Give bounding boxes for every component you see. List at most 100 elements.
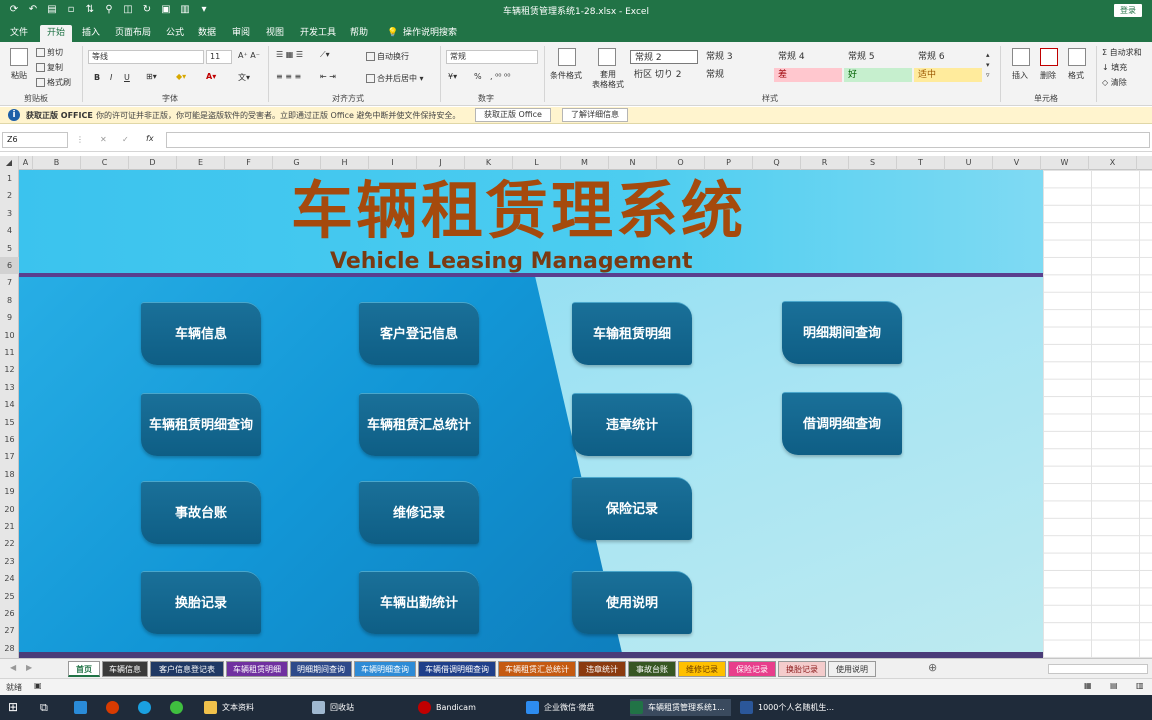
row-19[interactable]: 19: [0, 483, 19, 500]
vehicle-attendance-button[interactable]: 车辆出勤统计: [359, 571, 479, 634]
column-x[interactable]: X: [1089, 156, 1137, 170]
column-p[interactable]: P: [705, 156, 753, 170]
column-s[interactable]: S: [849, 156, 897, 170]
format-cells-icon[interactable]: [1068, 48, 1086, 66]
column-q[interactable]: Q: [753, 156, 801, 170]
row-21[interactable]: 21: [0, 518, 19, 535]
scroll-tabs-left-icon[interactable]: ◀: [10, 663, 16, 672]
bold-button[interactable]: B: [94, 73, 100, 82]
taskbar-app-3[interactable]: [138, 699, 156, 716]
sheet-tab[interactable]: 明细期间查询: [290, 661, 352, 677]
cell-style-jp-2[interactable]: 桁区 切り 2: [630, 68, 698, 82]
row-12[interactable]: 12: [0, 361, 19, 378]
cell-style-normal-2[interactable]: 常规 2: [630, 50, 698, 64]
row-20[interactable]: 20: [0, 501, 19, 518]
taskbar-recycle[interactable]: 回收站: [312, 699, 354, 716]
normal-view-icon[interactable]: ▦: [1084, 681, 1092, 690]
clear-button[interactable]: ◇ 清除: [1102, 77, 1127, 88]
row-4[interactable]: 4: [0, 222, 19, 239]
format-painter-button[interactable]: 格式刷: [36, 77, 71, 88]
row-10[interactable]: 10: [0, 327, 19, 344]
currency-icon[interactable]: ¥▾: [448, 72, 457, 81]
page-break-view-icon[interactable]: ▥: [1136, 681, 1144, 690]
delete-cells-icon[interactable]: [1040, 48, 1058, 66]
phonetic-icon[interactable]: 文▾: [238, 72, 250, 83]
task-view-icon[interactable]: ⧉: [40, 699, 48, 716]
percent-button[interactable]: %: [474, 72, 482, 81]
formula-menu-icon[interactable]: ⋮: [76, 135, 84, 144]
copy-button[interactable]: 复制: [36, 62, 63, 73]
column-b[interactable]: B: [33, 156, 81, 170]
login-button[interactable]: 登录: [1114, 4, 1142, 17]
row-2[interactable]: 2: [0, 187, 19, 204]
add-sheet-icon[interactable]: ⊕: [928, 661, 937, 674]
cancel-icon[interactable]: ✕: [100, 135, 107, 144]
macro-record-icon[interactable]: ▣: [34, 681, 42, 690]
enter-icon[interactable]: ✓: [122, 135, 129, 144]
sheet-tab[interactable]: 客户信息登记表: [150, 661, 224, 677]
column-c[interactable]: C: [81, 156, 129, 170]
fill-button[interactable]: ↓ 填充: [1102, 62, 1127, 73]
taskbar-app-4[interactable]: [170, 699, 188, 716]
tab-developer[interactable]: 开发工具: [296, 25, 340, 42]
sheet-tab[interactable]: 车辆租赁明细: [226, 661, 288, 677]
windows-start-icon[interactable]: ⊞: [8, 699, 18, 716]
row-13[interactable]: 13: [0, 379, 19, 396]
lease-detail-query-button[interactable]: 车辆租赁明细查询: [141, 393, 261, 456]
row-23[interactable]: 23: [0, 553, 19, 570]
column-t[interactable]: T: [897, 156, 945, 170]
wrap-text-button[interactable]: 自动换行: [366, 51, 409, 62]
taskbar-bandicam[interactable]: Bandicam: [418, 699, 476, 716]
row-15[interactable]: 15: [0, 414, 19, 431]
taskbar-app-1[interactable]: [74, 699, 92, 716]
accident-ledger-button[interactable]: 事故台账: [141, 481, 261, 544]
column-n[interactable]: N: [609, 156, 657, 170]
taskbar-folder[interactable]: 文本资料: [204, 699, 254, 716]
delete-cells-button[interactable]: 删除: [1040, 70, 1056, 81]
vehicle-info-button[interactable]: 车辆信息: [141, 302, 261, 365]
border-icon[interactable]: ⊞▾: [146, 72, 157, 81]
sheet-tab[interactable]: 使用说明: [828, 661, 876, 677]
cell-style-bad[interactable]: 差: [774, 68, 842, 82]
row-6[interactable]: 6: [0, 257, 19, 274]
cell-style-normal-4[interactable]: 常规 4: [774, 50, 842, 64]
column-d[interactable]: D: [129, 156, 177, 170]
taskbar-word[interactable]: 1000个人名随机生...: [740, 699, 834, 716]
cell-style-normal-5[interactable]: 常规 5: [844, 50, 912, 64]
tab-data[interactable]: 数据: [194, 25, 220, 42]
indent-icon[interactable]: ⇤ ⇥: [320, 72, 336, 81]
column-u[interactable]: U: [945, 156, 993, 170]
tab-page-layout[interactable]: 页面布局: [110, 25, 156, 42]
orientation-icon[interactable]: ⟋▾: [320, 50, 330, 60]
row-27[interactable]: 27: [0, 622, 19, 639]
cell-style-good[interactable]: 好: [844, 68, 912, 82]
transfer-query-button[interactable]: 借调明细查询: [782, 392, 902, 455]
row-17[interactable]: 17: [0, 448, 19, 465]
sheet-tab[interactable]: 车辆信息: [102, 661, 148, 677]
row-26[interactable]: 26: [0, 605, 19, 622]
conditional-format-icon[interactable]: [558, 48, 576, 66]
row-22[interactable]: 22: [0, 535, 19, 552]
row-9[interactable]: 9: [0, 309, 19, 326]
autosum-button[interactable]: Σ 自动求和: [1102, 47, 1142, 58]
align-top-icon[interactable]: ☰ ▦ ☰: [276, 50, 303, 59]
tab-formulas[interactable]: 公式: [162, 25, 188, 42]
column-l[interactable]: L: [513, 156, 561, 170]
get-genuine-office-button[interactable]: 获取正版 Office: [475, 108, 551, 122]
column-w[interactable]: W: [1041, 156, 1089, 170]
paste-icon[interactable]: [10, 48, 28, 66]
row-24[interactable]: 24: [0, 570, 19, 587]
sheet-tab[interactable]: 换胎记录: [778, 661, 826, 677]
row-5[interactable]: 5: [0, 240, 19, 257]
column-h[interactable]: H: [321, 156, 369, 170]
insert-cells-icon[interactable]: [1012, 48, 1030, 66]
insert-cells-button[interactable]: 插入: [1012, 70, 1028, 81]
sheet-tab[interactable]: 车辆租赁汇总统计: [498, 661, 576, 677]
tab-review[interactable]: 审阅: [228, 25, 254, 42]
tab-insert[interactable]: 插入: [78, 25, 104, 42]
page-layout-view-icon[interactable]: ▤: [1110, 681, 1118, 690]
tab-help[interactable]: 帮助: [346, 25, 372, 42]
sheet-tab[interactable]: 保险记录: [728, 661, 776, 677]
sheet-tab[interactable]: 首页: [68, 661, 100, 677]
row-14[interactable]: 14: [0, 396, 19, 413]
